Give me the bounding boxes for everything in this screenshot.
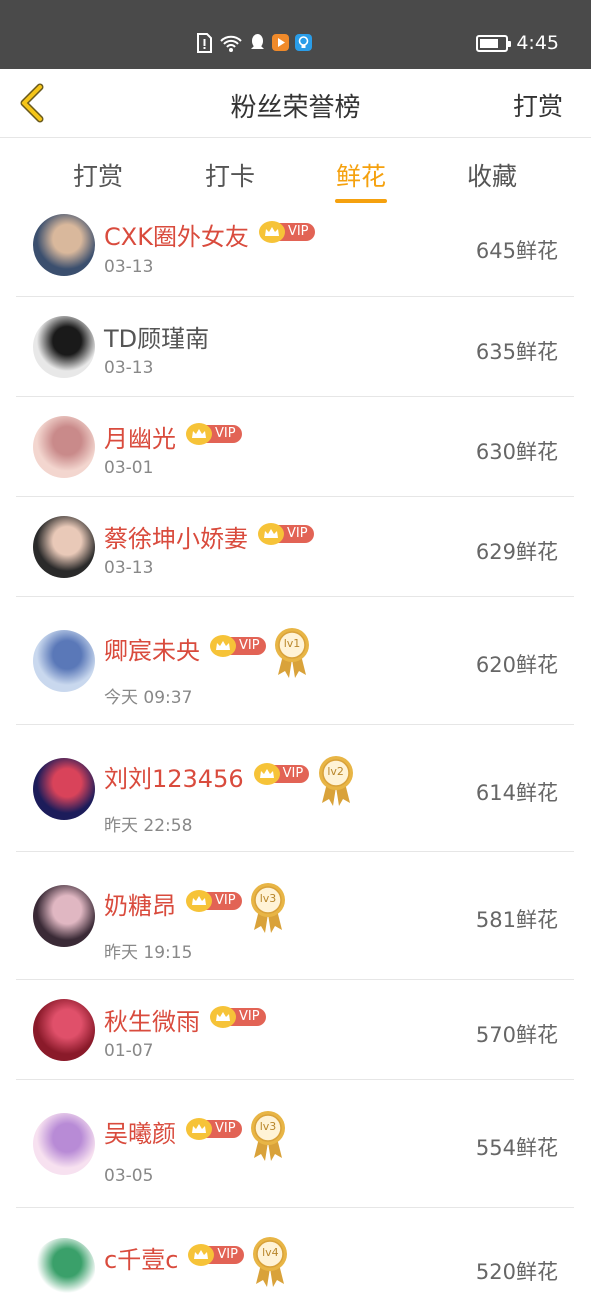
avatar[interactable] (33, 885, 95, 947)
level-label: lv3 (259, 892, 277, 905)
fan-row[interactable]: 卿宸未央 VIP lv1 今天 09:37 620鲜花 (16, 597, 574, 725)
crown-icon (210, 1006, 236, 1028)
avatar[interactable] (33, 214, 95, 276)
flower-count: 554鲜花 (475, 1136, 558, 1160)
fan-date: 03-01 (104, 458, 154, 478)
fan-date: 01-07 (104, 1041, 154, 1061)
avatar[interactable] (33, 416, 95, 478)
vip-badge: VIP (210, 635, 266, 657)
status-icons (196, 33, 312, 53)
avatar[interactable] (33, 316, 95, 378)
flower-count: 620鲜花 (475, 653, 558, 677)
nav-bar: 粉丝荣誉榜 打赏 (0, 69, 591, 138)
level-medal-icon: lv2 (318, 755, 354, 807)
crown-icon (253, 763, 280, 785)
tab-flowers[interactable]: 鲜花 (321, 157, 401, 193)
vip-badge: VIP (186, 1118, 242, 1140)
fan-row[interactable]: 秋生微雨 VIP 01-07 570鲜花 (16, 980, 574, 1080)
vip-badge: VIP (258, 523, 314, 545)
tip-button[interactable]: 打赏 (513, 87, 563, 123)
fan-date: 昨天 19:15 (104, 943, 193, 963)
fan-date: 03-05 (104, 1166, 154, 1186)
fan-date: 03-13 (104, 358, 154, 378)
level-medal-icon: lv3 (250, 1110, 286, 1162)
fan-row[interactable]: c千壹c VIP lv4 520鲜花 (16, 1208, 574, 1300)
fan-name[interactable]: 刘刘123456 (104, 759, 244, 794)
vip-badge: VIP (186, 423, 242, 445)
tab-favorites[interactable]: 收藏 (452, 157, 532, 193)
avatar[interactable] (33, 630, 95, 692)
crown-icon (258, 221, 285, 243)
flower-count: 645鲜花 (475, 239, 558, 263)
clock: 4:45 (516, 32, 559, 54)
level-label: lv2 (327, 765, 344, 778)
level-label: lv1 (283, 637, 301, 650)
vip-badge: VIP (210, 1006, 266, 1028)
page-title: 粉丝荣誉榜 (230, 93, 361, 123)
avatar[interactable] (33, 758, 95, 820)
avatar[interactable] (33, 1238, 95, 1300)
tab-bar: 打赏 打卡 鲜花 收藏 (0, 139, 591, 209)
fan-date: 昨天 22:58 (104, 816, 193, 836)
crown-icon (258, 523, 284, 545)
vip-badge: VIP (253, 763, 310, 785)
flower-count: 629鲜花 (475, 540, 558, 564)
fans-ranking-list: CXK圈外女友 VIP 03-13 645鲜花 TD顾瑾南 03-13 635鲜花月幽光 VI… (16, 209, 574, 1300)
level-medal-icon: lv3 (250, 882, 286, 934)
tab-checkin[interactable]: 打卡 (190, 157, 270, 193)
battery-icon (476, 34, 512, 52)
fan-name[interactable]: 卿宸未央 (104, 631, 200, 666)
flower-count: 581鲜花 (475, 908, 558, 932)
flower-count: 630鲜花 (475, 440, 558, 464)
fan-name[interactable]: c千壹c (104, 1240, 178, 1275)
flower-count: 520鲜花 (475, 1260, 558, 1284)
fan-date: 03-13 (104, 558, 154, 578)
status-right: 4:45 (476, 32, 559, 54)
fan-row[interactable]: 奶糖昂 VIP lv3 昨天 19:15 581鲜花 (16, 852, 574, 980)
fan-row[interactable]: TD顾瑾南 03-13 635鲜花 (16, 297, 574, 397)
fan-name[interactable]: 秋生微雨 (104, 1002, 200, 1037)
fan-name[interactable]: TD顾瑾南 (104, 319, 209, 354)
fan-date: 03-13 (104, 257, 154, 277)
fan-row[interactable]: CXK圈外女友 VIP 03-13 645鲜花 (16, 209, 574, 297)
avatar[interactable] (33, 1113, 95, 1175)
vip-badge: VIP (188, 1244, 244, 1266)
fan-name[interactable]: CXK圈外女友 (104, 217, 249, 252)
flower-count: 570鲜花 (475, 1023, 558, 1047)
level-label: lv4 (262, 1246, 279, 1259)
level-medal-icon: lv1 (274, 627, 310, 679)
crown-icon (186, 890, 212, 912)
fan-name[interactable]: 吴曦颜 (104, 1114, 176, 1149)
vip-badge: VIP (186, 890, 242, 912)
flower-count: 635鲜花 (475, 340, 558, 364)
status-bar: 4:45 (0, 0, 591, 69)
fan-date: 今天 09:37 (104, 688, 193, 708)
level-medal-icon: lv4 (252, 1236, 288, 1288)
fan-row[interactable]: 吴曦颜 VIP lv3 03-05 554鲜花 (16, 1080, 574, 1208)
avatar[interactable] (33, 516, 95, 578)
crown-icon (186, 1118, 212, 1140)
video-app-icon (272, 34, 289, 51)
qq-icon (251, 34, 264, 49)
fan-row[interactable]: 蔡徐坤小娇妻 VIP 03-13 629鲜花 (16, 497, 574, 597)
active-tab-indicator (335, 199, 387, 203)
fan-name[interactable]: 蔡徐坤小娇妻 (104, 519, 248, 554)
flower-count: 614鲜花 (475, 781, 558, 805)
fan-name[interactable]: 奶糖昂 (104, 886, 176, 921)
fan-row[interactable]: 刘刘123456 VIP lv2 昨天 22:58 614鲜花 (16, 725, 574, 852)
fan-row[interactable]: 月幽光 VIP 03-01 630鲜花 (16, 397, 574, 497)
sim-card-icon (197, 33, 212, 53)
fan-name[interactable]: 月幽光 (104, 419, 176, 454)
tab-tip[interactable]: 打赏 (58, 157, 138, 193)
crown-icon (210, 635, 236, 657)
vip-badge: VIP (258, 221, 315, 243)
crown-icon (186, 423, 212, 445)
wifi-icon (220, 35, 242, 52)
avatar[interactable] (33, 999, 95, 1061)
bulb-app-icon (295, 34, 312, 51)
level-label: lv3 (259, 1120, 277, 1133)
